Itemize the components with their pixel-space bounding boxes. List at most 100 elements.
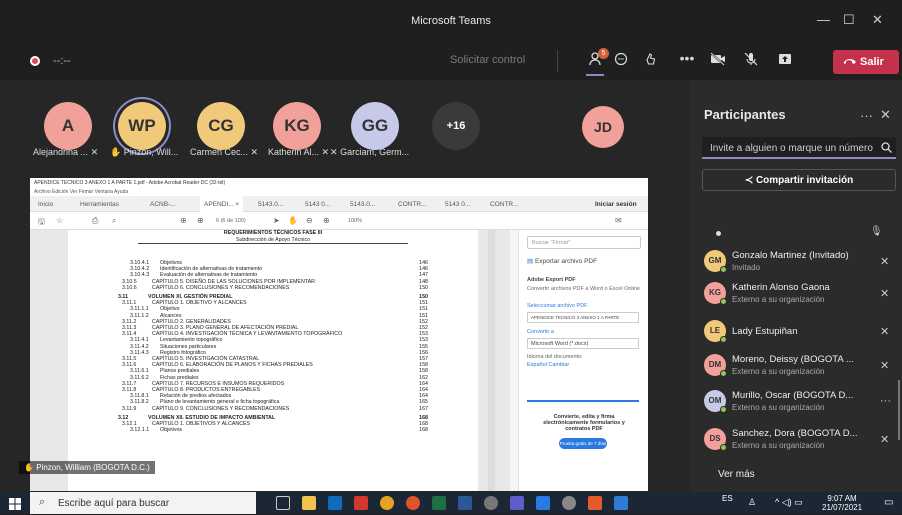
see-more-link[interactable]: Ver más: [718, 469, 755, 480]
excel-icon[interactable]: [432, 496, 446, 510]
tab[interactable]: 5143.0...: [258, 201, 283, 208]
word-icon[interactable]: [458, 496, 472, 510]
close-panel-icon[interactable]: ✕: [880, 107, 891, 123]
trial-button[interactable]: Prueba gratis de 7 días: [559, 438, 607, 449]
tab[interactable]: 5143.0...: [350, 201, 375, 208]
acrobat-menu[interactable]: Archivo Edición Ver Firmar Ventana Ayuda: [30, 188, 648, 196]
selected-file[interactable]: APENDICE TECNICO 3 ANEXO 1 A PARTE: [527, 312, 639, 323]
toc-row[interactable]: 3.12.1.1 Objetivos 168: [118, 427, 428, 433]
mic-off-icon[interactable]: [740, 52, 762, 69]
zoom-level[interactable]: 100%: [348, 218, 362, 224]
avatar[interactable]: A: [44, 102, 92, 150]
avatar[interactable]: WP: [118, 102, 166, 150]
mic-off-icon[interactable]: ✕: [880, 325, 889, 338]
avatar[interactable]: CG: [197, 102, 245, 150]
windows-start-icon[interactable]: [9, 497, 21, 515]
tab[interactable]: 5143 0...: [305, 201, 330, 208]
mic-off-icon[interactable]: ✕: [880, 359, 889, 372]
attach-icon[interactable]: ✉: [615, 216, 622, 225]
toc-row[interactable]: 3.11.9 CAPÍTULO 9. CONCLUSIONES Y RECOMEN…: [118, 406, 428, 412]
presenter-label: ✋ Pinzon, William (BOGOTA D.C.): [19, 461, 155, 474]
notifications-icon[interactable]: ▭: [884, 497, 893, 508]
invite-input[interactable]: Invite a alguien o marque un número: [702, 137, 896, 159]
avatar[interactable]: GG: [351, 102, 399, 150]
participants-icon[interactable]: 5: [586, 48, 609, 69]
app-icon[interactable]: [562, 496, 576, 510]
taskbar-search[interactable]: ⌕ Escribe aquí para buscar: [30, 492, 256, 514]
convert-button[interactable]: [527, 400, 639, 402]
chrome-icon[interactable]: [380, 496, 394, 510]
avatar[interactable]: JD: [582, 106, 624, 148]
hand-icon[interactable]: ✋: [288, 216, 298, 225]
participant-row[interactable]: OM Murillo, Oscar (BOGOTA D... Externo a s…: [702, 388, 898, 418]
page-indicator[interactable]: 6 (6 de 100): [216, 218, 246, 224]
tab[interactable]: CONTR...: [490, 201, 519, 208]
more-options-icon[interactable]: •••: [676, 50, 698, 66]
input-language[interactable]: ES: [722, 494, 733, 503]
tab[interactable]: CONTR...: [398, 201, 427, 208]
participant-row[interactable]: LE Lady Estupiñan ✕: [702, 318, 898, 348]
mic-off-icon[interactable]: ✕: [880, 255, 889, 268]
sign-search-input[interactable]: Buscar "Firmar": [527, 236, 641, 249]
minimize-button[interactable]: —: [817, 12, 830, 27]
outlook-icon[interactable]: [328, 496, 342, 510]
tab[interactable]: 5143 0...: [445, 201, 470, 208]
tab[interactable]: Herramientas: [80, 201, 119, 208]
participant-row[interactable]: DM Moreno, Deissy (BOGOTA ... Externo a su…: [702, 352, 898, 382]
mic-off-icon[interactable]: ✕: [880, 287, 889, 300]
export-pdf-header[interactable]: ▤ Exportar archivo PDF: [527, 257, 597, 265]
file-explorer-icon[interactable]: [302, 496, 316, 510]
reactions-icon[interactable]: [640, 52, 662, 69]
participant-row[interactable]: KG Katherin Alonso Gaona Externo a su orga…: [702, 280, 898, 310]
leave-button[interactable]: Salir: [833, 50, 899, 74]
share-screen-icon[interactable]: [774, 52, 796, 69]
acrobat-icon[interactable]: [354, 496, 368, 510]
cursor-icon[interactable]: ➤: [273, 216, 280, 225]
panel-more-icon[interactable]: ···: [860, 108, 873, 123]
taskbar-clock[interactable]: 9:07 AM 21/07/2021: [822, 494, 862, 512]
tab-active[interactable]: APENDI... ×: [200, 196, 244, 212]
print-icon[interactable]: ⎙: [92, 216, 98, 226]
maximize-button[interactable]: ☐: [843, 12, 855, 28]
app-icon[interactable]: [588, 496, 602, 510]
tab[interactable]: ACNB-...: [150, 201, 176, 208]
zoom-icon[interactable]: [536, 496, 550, 510]
participant-row[interactable]: DS Sanchez, Dora (BOGOTA D... Externo a su…: [702, 426, 898, 456]
tab[interactable]: Inicio: [38, 201, 53, 208]
people-icon[interactable]: ♙: [748, 497, 756, 508]
teams-icon[interactable]: [510, 496, 524, 510]
close-window-button[interactable]: ✕: [872, 12, 883, 28]
scrollbar[interactable]: [488, 230, 495, 491]
tray-icons[interactable]: ^ ◁) ▭: [775, 497, 803, 508]
toc-text: Plano de levantamiento general e ficha t…: [160, 399, 280, 406]
chat-icon[interactable]: [610, 52, 632, 69]
participant-row[interactable]: GM Gonzalo Martinez (Invitado) Invitado ✕: [702, 248, 898, 278]
mic-off-icon[interactable]: ✕: [880, 433, 889, 446]
app-icon[interactable]: [484, 496, 498, 510]
search-icon[interactable]: ⌕: [112, 216, 116, 226]
camera-off-icon[interactable]: [707, 52, 729, 69]
toc-text: Levantamiento topográfico: [160, 337, 223, 344]
avatar[interactable]: KG: [273, 102, 321, 150]
prev-page-icon[interactable]: ⊕: [180, 216, 187, 225]
acrobat-title: APENDICE TECNICO 3 ANEXO 1 A PARTE 1.pdf…: [30, 178, 648, 188]
export-heading: Adobe Export PDF: [527, 277, 576, 283]
next-page-icon[interactable]: ⊕: [197, 216, 204, 225]
convert-select[interactable]: Microsoft Word (*.docx): [527, 338, 639, 349]
zoom-out-icon[interactable]: ⊖: [306, 216, 313, 225]
mic-off-icon[interactable]: ···: [880, 395, 891, 407]
sign-in-link[interactable]: Iniciar sesión: [595, 201, 637, 208]
zoom-in-icon[interactable]: ⊕: [323, 216, 330, 225]
share-invite-button[interactable]: ≺ Compartir invitación: [702, 169, 896, 191]
toc-row[interactable]: 3.10.6 CAPÍTULO 6. CONCLUSIONES Y RECOMEN…: [118, 285, 428, 291]
document-view[interactable]: REQUERIMIENTOS TÉCNICOS FASE III Subdire…: [30, 230, 510, 491]
task-view-icon[interactable]: [276, 496, 290, 510]
firefox-icon[interactable]: [406, 496, 420, 510]
lang-value[interactable]: Español Cambiar: [527, 362, 569, 368]
save-icon[interactable]: 🖫: [38, 216, 45, 230]
scrollbar[interactable]: [898, 380, 900, 440]
request-control-button[interactable]: Solicitar control: [450, 54, 525, 66]
overflow-avatar[interactable]: +16: [432, 102, 480, 150]
bookmark-icon[interactable]: ☆: [56, 216, 63, 225]
app-icon[interactable]: [614, 496, 628, 510]
